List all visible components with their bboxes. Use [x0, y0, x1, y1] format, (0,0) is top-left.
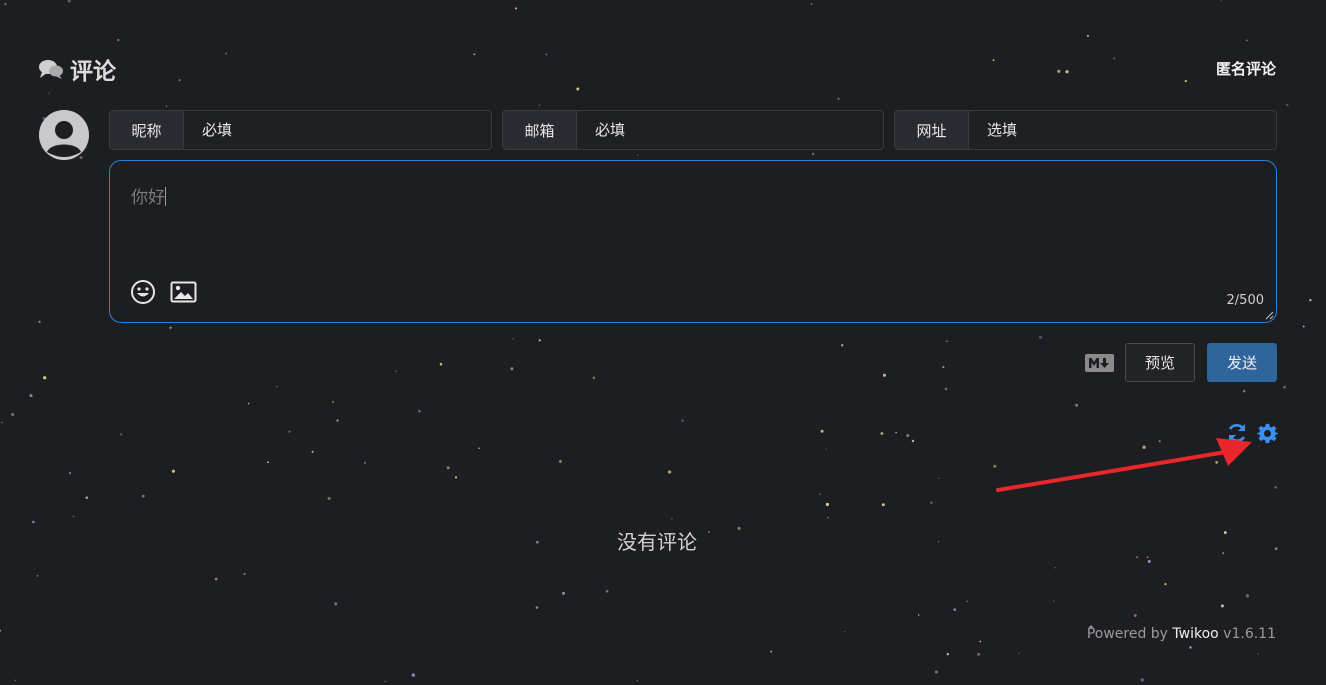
gear-icon[interactable] [1257, 423, 1278, 444]
website-label: 网址 [895, 111, 969, 149]
website-field: 网址 [894, 110, 1277, 150]
email-input[interactable] [577, 111, 883, 149]
page-title: 评论 [70, 59, 116, 85]
annotation-arrow [996, 438, 1252, 492]
resize-handle-icon[interactable] [1265, 311, 1274, 320]
character-counter: 2/500 [1226, 293, 1264, 308]
anonymous-comment-link[interactable]: 匿名评论 [1216, 58, 1276, 79]
send-button[interactable]: 发送 [1207, 343, 1277, 382]
nickname-input[interactable] [184, 111, 491, 149]
nickname-field: 昵称 [109, 110, 492, 150]
website-input[interactable] [969, 111, 1276, 149]
preview-button[interactable]: 预览 [1125, 343, 1195, 382]
image-icon[interactable] [170, 281, 197, 303]
email-field: 邮箱 [502, 110, 884, 150]
powered-by-footer: Powered by Twikoo v1.6.11 [1086, 626, 1276, 642]
comment-textarea[interactable]: 你好 2/500 [109, 160, 1277, 323]
twikoo-link[interactable]: Twikoo [1172, 626, 1218, 642]
email-label: 邮箱 [503, 111, 577, 149]
comments-header: 评论 [38, 52, 116, 86]
nickname-label: 昵称 [110, 111, 184, 149]
empty-comments-message: 没有评论 [617, 530, 697, 554]
emoji-icon[interactable] [130, 279, 156, 305]
user-avatar-icon [39, 110, 89, 160]
comment-text: 你好 [131, 187, 166, 208]
markdown-icon[interactable] [1085, 354, 1114, 372]
comments-icon [39, 60, 63, 79]
